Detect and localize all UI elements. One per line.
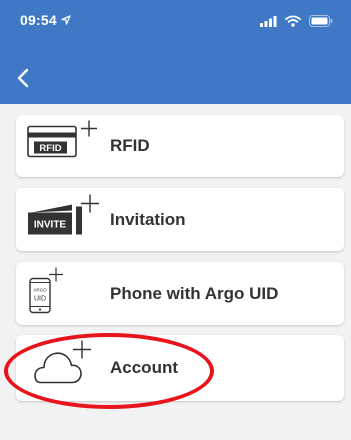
rfid-card-add-icon: RFID: [26, 117, 100, 176]
status-time-text: 09:54: [20, 12, 57, 28]
option-label-phone-uid: Phone with Argo UID: [110, 283, 279, 303]
back-button[interactable]: [12, 66, 36, 90]
option-label-account: Account: [110, 358, 178, 377]
option-label-rfid: RFID: [110, 136, 150, 155]
location-arrow-icon: [61, 15, 71, 25]
option-rfid[interactable]: RFID RFID: [16, 115, 344, 177]
invitation-add-icon: INVITE: [26, 190, 100, 249]
option-label-invitation: Invitation: [110, 209, 186, 229]
option-invitation[interactable]: INVITE Invitation: [16, 188, 344, 251]
app-header: 09:54: [0, 0, 351, 104]
invite-icon-text: INVITE: [34, 219, 67, 230]
rfid-icon-text: RFID: [39, 143, 61, 154]
option-account[interactable]: Account: [16, 335, 344, 401]
wifi-icon: [284, 15, 301, 27]
option-list: RFID RFID INVITE Invitation ARGO UID Pho…: [0, 104, 351, 440]
battery-icon: [309, 15, 333, 27]
signal-icon: [260, 16, 277, 27]
phone-uid-add-icon: ARGO UID: [26, 264, 100, 323]
cloud-account-add-icon: [26, 339, 100, 398]
chevron-left-icon: [17, 68, 29, 88]
phone-icon-text-bottom: UID: [34, 295, 46, 302]
option-phone-uid[interactable]: ARGO UID Phone with Argo UID: [16, 262, 344, 325]
phone-icon-text-top: ARGO: [33, 287, 47, 292]
status-icons: [260, 14, 333, 32]
status-time: 09:54: [20, 12, 71, 28]
